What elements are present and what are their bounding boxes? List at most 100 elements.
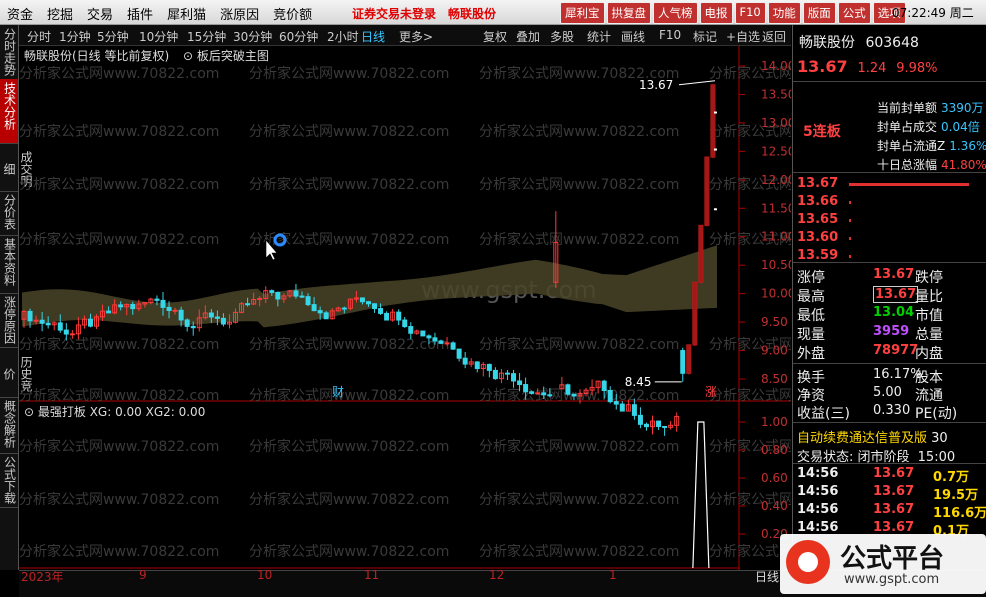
system-button[interactable]: F10 xyxy=(734,2,766,24)
limit-up-marker[interactable]: 涨 xyxy=(705,384,717,399)
watermark-text: 分析家公式网www.70822.com xyxy=(479,176,679,193)
menu-item[interactable]: 犀利猫 xyxy=(160,0,213,24)
toolbar-button[interactable]: 多股 xyxy=(550,28,574,45)
tick-price: 13.67 xyxy=(873,466,915,481)
candle-body xyxy=(698,225,703,283)
board-stat-label: 封单占流通Z xyxy=(877,139,946,153)
menu-item[interactable]: 涨原因 xyxy=(213,0,266,24)
ask-volume-bar xyxy=(849,183,969,186)
axis-year: 2023年 xyxy=(21,570,64,584)
ask-price: 13.66 xyxy=(797,194,839,209)
candle-body xyxy=(87,318,93,327)
watermark-text: 分析家公式网www.70822.com xyxy=(479,491,679,508)
candle-body xyxy=(692,282,697,345)
menu-item[interactable]: 插件 xyxy=(120,0,160,24)
watermark-text: 分析家公式网www.70822.com xyxy=(19,65,219,82)
toolbar-button[interactable]: 统计 xyxy=(587,28,611,45)
candle-body xyxy=(456,348,462,359)
price-axis-label: 14.00 xyxy=(761,59,791,73)
axis-period-label[interactable]: 日线 xyxy=(755,568,779,585)
left-tab[interactable]: 分价表 xyxy=(0,191,18,236)
quote-value: 13.67 xyxy=(873,267,915,282)
left-tabs: 分时走势技术分析 成交明细分价表基本资料 涨停原因 历史竞价 概念解析公式下载 xyxy=(0,25,33,570)
signal-spike xyxy=(692,421,710,569)
candle-body xyxy=(541,392,547,396)
quote-label-2: 量比 xyxy=(915,289,943,305)
toolbar-button[interactable]: 叠加 xyxy=(516,28,540,45)
candle-body xyxy=(680,350,686,374)
left-tab[interactable]: 历史竞价 xyxy=(0,347,33,398)
price-axis-label: 8.50 xyxy=(761,372,788,386)
candle-body xyxy=(359,297,365,303)
sub-indicator-title[interactable]: ⊙ 最强打板 XG: 0.00 XG2: 0.00 xyxy=(24,403,205,420)
left-tab-label: 公式下载 xyxy=(2,456,17,504)
toolbar-button[interactable]: 复权 xyxy=(483,28,507,45)
system-button[interactable]: 功能 xyxy=(767,2,801,24)
quote-panel: 畅联股份 603648 13.67 1.24 9.98% 5连板 当前封单额 33… xyxy=(792,25,986,570)
candle-body xyxy=(214,316,220,319)
kline-chart[interactable]: 分析家公式网www.70822.com 分析家公式网www.70822.com 分析… xyxy=(19,46,791,570)
low-label: 8.45 xyxy=(625,375,652,389)
toolbar-button[interactable]: F10 xyxy=(659,28,681,42)
menu-item[interactable]: 资金 xyxy=(0,0,40,24)
quote-label: 现量 xyxy=(797,327,825,343)
left-tab[interactable]: 成交明细 xyxy=(0,143,33,192)
menu-item[interactable]: 挖掘 xyxy=(40,0,80,24)
left-tab[interactable]: 技术分析 xyxy=(0,79,18,144)
left-tab[interactable]: 公式下载 xyxy=(0,453,18,508)
quote-label-2: 市值 xyxy=(915,308,943,324)
left-tab[interactable]: 分时走势 xyxy=(0,25,18,80)
tick-volume: 0.7万 xyxy=(933,470,970,485)
candle-body xyxy=(492,369,498,380)
toolbar-button[interactable]: 画线 xyxy=(621,28,645,45)
left-tab-label: 分时走势 xyxy=(2,28,17,76)
quote-value: 3959 xyxy=(873,324,910,339)
ask-price: 13.60 xyxy=(797,230,839,245)
stock-notice[interactable]: 畅联股份 xyxy=(448,5,496,22)
period-tab[interactable]: 1分钟 xyxy=(59,28,91,45)
finance-marker[interactable]: 财 xyxy=(332,385,344,399)
period-tab[interactable]: 更多> xyxy=(399,28,433,45)
left-tab-label: 分价表 xyxy=(2,194,17,230)
system-button[interactable]: 公式 xyxy=(837,2,871,24)
toolbar-button[interactable]: 返回 xyxy=(762,28,786,45)
toolbar-button[interactable]: 标记 xyxy=(693,28,717,45)
tick-volume: 19.5万 xyxy=(933,488,979,503)
period-toolbar: 分时 1分钟 5分钟 10分钟 15分钟 30分钟 60分钟 2小时 日线 更多> 复权 叠加 多股 统计… xyxy=(19,25,791,46)
candle-body xyxy=(450,342,456,350)
system-button[interactable]: 版面 xyxy=(802,2,836,24)
toolbar-button[interactable]: +自选 xyxy=(726,28,760,45)
candle-body xyxy=(511,373,517,382)
candle-body xyxy=(426,335,432,339)
watermark-text: 分析家公式网www.70822.com xyxy=(249,387,449,404)
period-tab[interactable]: 日线 xyxy=(361,28,385,45)
system-button[interactable]: 拱复盘 xyxy=(606,2,651,24)
period-tab[interactable]: 30分钟 xyxy=(233,28,272,45)
candle-body xyxy=(299,295,305,298)
period-tab[interactable]: 分时 xyxy=(27,28,51,45)
board-stat-label: 十日总涨幅 xyxy=(877,158,938,172)
sub-axis-label: 1.00 xyxy=(761,415,788,429)
candle-body xyxy=(130,303,136,310)
system-button[interactable]: 电报 xyxy=(699,2,733,24)
indicator-name[interactable]: ⊙ 板后突破主图 xyxy=(183,49,269,63)
menu-item[interactable]: 交易 xyxy=(80,0,120,24)
promo-text[interactable]: 自动续费通达信普及版 30 xyxy=(797,427,948,446)
period-tab[interactable]: 5分钟 xyxy=(97,28,129,45)
left-tab[interactable]: 涨停原因 xyxy=(0,293,18,348)
period-tab[interactable]: 60分钟 xyxy=(279,28,318,45)
high-label: 13.67 xyxy=(639,78,673,92)
system-button[interactable]: 犀利宝 xyxy=(560,2,605,24)
period-tab[interactable]: 10分钟 xyxy=(139,28,178,45)
menu-item[interactable]: 竞价额 xyxy=(266,0,319,24)
left-tab[interactable]: 概念解析 xyxy=(0,397,18,454)
watermark-text: 分析家公式网www.70822.com xyxy=(709,387,791,404)
login-notice[interactable]: 证券交易未登录 xyxy=(352,5,436,22)
ask-volume-bar xyxy=(849,255,851,258)
candle-body xyxy=(438,340,444,344)
quote-label: 换手 xyxy=(797,370,825,386)
period-tab[interactable]: 2小时 xyxy=(327,28,359,45)
system-button[interactable]: 人气榜 xyxy=(653,2,698,24)
left-tab[interactable]: 基本资料 xyxy=(0,235,18,294)
period-tab[interactable]: 15分钟 xyxy=(187,28,226,45)
